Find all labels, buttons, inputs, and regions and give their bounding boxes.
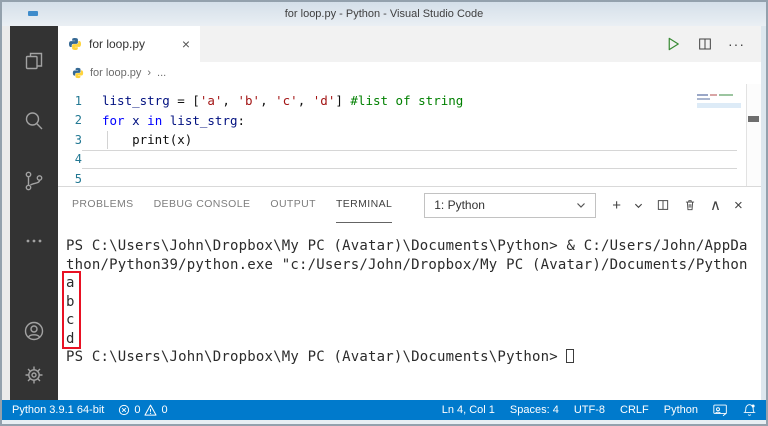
line-content [82, 169, 737, 186]
line-number: 1 [74, 93, 82, 108]
python-interpreter-status[interactable]: Python 3.9.1 64-bit [12, 404, 104, 416]
language-mode-status[interactable]: Python [664, 404, 698, 416]
python-file-icon [69, 38, 81, 50]
code-line-5[interactable]: 5 [58, 169, 761, 186]
line-content: for x in list_strg: [102, 112, 246, 128]
problems-status[interactable]: 0 0 [118, 404, 168, 416]
indent-guide [107, 131, 108, 149]
terminal-line: a [66, 275, 75, 291]
split-terminal-icon[interactable] [656, 198, 670, 212]
cursor-position-status[interactable]: Ln 4, Col 1 [442, 404, 495, 416]
eol-status[interactable]: CRLF [620, 404, 649, 416]
line-number: 4 [74, 152, 82, 167]
warning-icon [144, 404, 158, 416]
split-editor-icon[interactable] [697, 36, 713, 52]
terminal-cursor [566, 349, 575, 363]
chevron-down-icon [577, 203, 586, 208]
code-line-1[interactable]: 1 list_strg = ['a', 'b', 'c', 'd'] #list … [58, 91, 761, 111]
breadcrumb[interactable]: for loop.py › ... [58, 62, 761, 84]
line-number: 3 [74, 132, 82, 147]
tab-for-loop-py[interactable]: for loop.py × [58, 26, 200, 62]
breadcrumb-separator: › [147, 67, 152, 79]
source-control-icon[interactable] [21, 168, 47, 194]
explorer-icon[interactable] [21, 48, 47, 74]
terminal-select-value: 1: Python [434, 198, 485, 212]
terminal-line: b [66, 293, 75, 310]
code-lines: 1 list_strg = ['a', 'b', 'c', 'd'] #list … [58, 91, 761, 186]
terminal-line: d [66, 330, 75, 347]
code-editor[interactable]: 1 list_strg = ['a', 'b', 'c', 'd'] #list … [58, 84, 761, 186]
window-bottom-frame [2, 420, 766, 424]
code-line-2[interactable]: 2 for x in list_strg: [58, 111, 761, 131]
vscode-window: for loop.py - Python - Visual Studio Cod… [0, 0, 768, 426]
indentation-status[interactable]: Spaces: 4 [510, 404, 559, 416]
panel-header: PROBLEMS DEBUG CONSOLE OUTPUT TERMINAL 1: P… [58, 187, 761, 223]
editor-more-actions-icon[interactable]: ··· [728, 37, 745, 51]
editor-tab-bar: for loop.py × ··· [58, 26, 761, 62]
line-content [82, 149, 737, 169]
new-terminal-dropdown-icon[interactable] [634, 201, 643, 210]
vscode-logo-icon [28, 11, 38, 16]
window-title: for loop.py - Python - Visual Studio Cod… [284, 8, 484, 20]
notifications-bell-icon[interactable] [743, 403, 756, 417]
minimap[interactable] [697, 93, 741, 119]
bottom-panel: PROBLEMS DEBUG CONSOLE OUTPUT TERMINAL 1: P… [58, 186, 761, 400]
line-number: 2 [74, 113, 82, 128]
panel-tab-debug-console[interactable]: DEBUG CONSOLE [154, 187, 251, 223]
kill-terminal-trash-icon[interactable] [683, 198, 697, 212]
line-content: list_strg = ['a', 'b', 'c', 'd'] #list o… [102, 93, 464, 109]
more-views-icon[interactable] [21, 228, 47, 254]
panel-tab-output[interactable]: OUTPUT [270, 187, 316, 223]
search-icon[interactable] [21, 108, 47, 134]
window-left-frame [2, 26, 10, 400]
terminal-line: PS C:\Users\John\Dropbox\My PC (Avatar)\… [66, 238, 748, 254]
code-line-4[interactable]: 4 [58, 149, 761, 169]
breadcrumb-file[interactable]: for loop.py [90, 67, 141, 79]
maximize-panel-icon[interactable]: ∧ [710, 198, 721, 213]
breadcrumb-more[interactable]: ... [157, 67, 166, 79]
panel-tabs: PROBLEMS DEBUG CONSOLE OUTPUT TERMINAL [72, 187, 412, 223]
code-line-3[interactable]: 3 print(x) [58, 130, 761, 150]
editor-scrollbar[interactable] [746, 84, 761, 186]
window-right-frame [761, 26, 766, 400]
new-terminal-button[interactable]: + [612, 198, 621, 213]
line-number: 5 [74, 171, 82, 186]
activity-bar [10, 26, 58, 400]
terminal-line: c [66, 312, 75, 328]
panel-tab-terminal[interactable]: TERMINAL [335, 187, 393, 223]
terminal-line: thon/Python39/python.exe "c:/Users/John/… [66, 256, 748, 273]
scrollbar-handle[interactable] [748, 116, 759, 122]
status-bar: Python 3.9.1 64-bit 0 0 Ln 4, Col 1 Spac… [2, 400, 766, 420]
tab-close-icon[interactable]: × [182, 36, 190, 52]
close-panel-icon[interactable]: × [734, 198, 743, 213]
python-file-icon [72, 67, 84, 79]
line-content: print(x) [102, 131, 193, 149]
terminal-line: PS C:\Users\John\Dropbox\My PC (Avatar)\… [66, 348, 761, 367]
error-icon [119, 404, 130, 416]
account-icon[interactable] [21, 318, 47, 344]
terminal-select[interactable]: 1: Python [424, 192, 597, 218]
gear-icon[interactable] [21, 362, 47, 388]
terminal-output[interactable]: PS C:\Users\John\Dropbox\My PC (Avatar)\… [58, 223, 761, 400]
encoding-status[interactable]: UTF-8 [574, 404, 605, 416]
panel-tab-problems[interactable]: PROBLEMS [72, 187, 134, 223]
title-bar: for loop.py - Python - Visual Studio Cod… [2, 2, 766, 26]
tab-label: for loop.py [89, 37, 146, 51]
run-button[interactable] [664, 35, 682, 53]
annotation-highlight-box [62, 271, 81, 349]
feedback-icon[interactable] [713, 404, 728, 417]
